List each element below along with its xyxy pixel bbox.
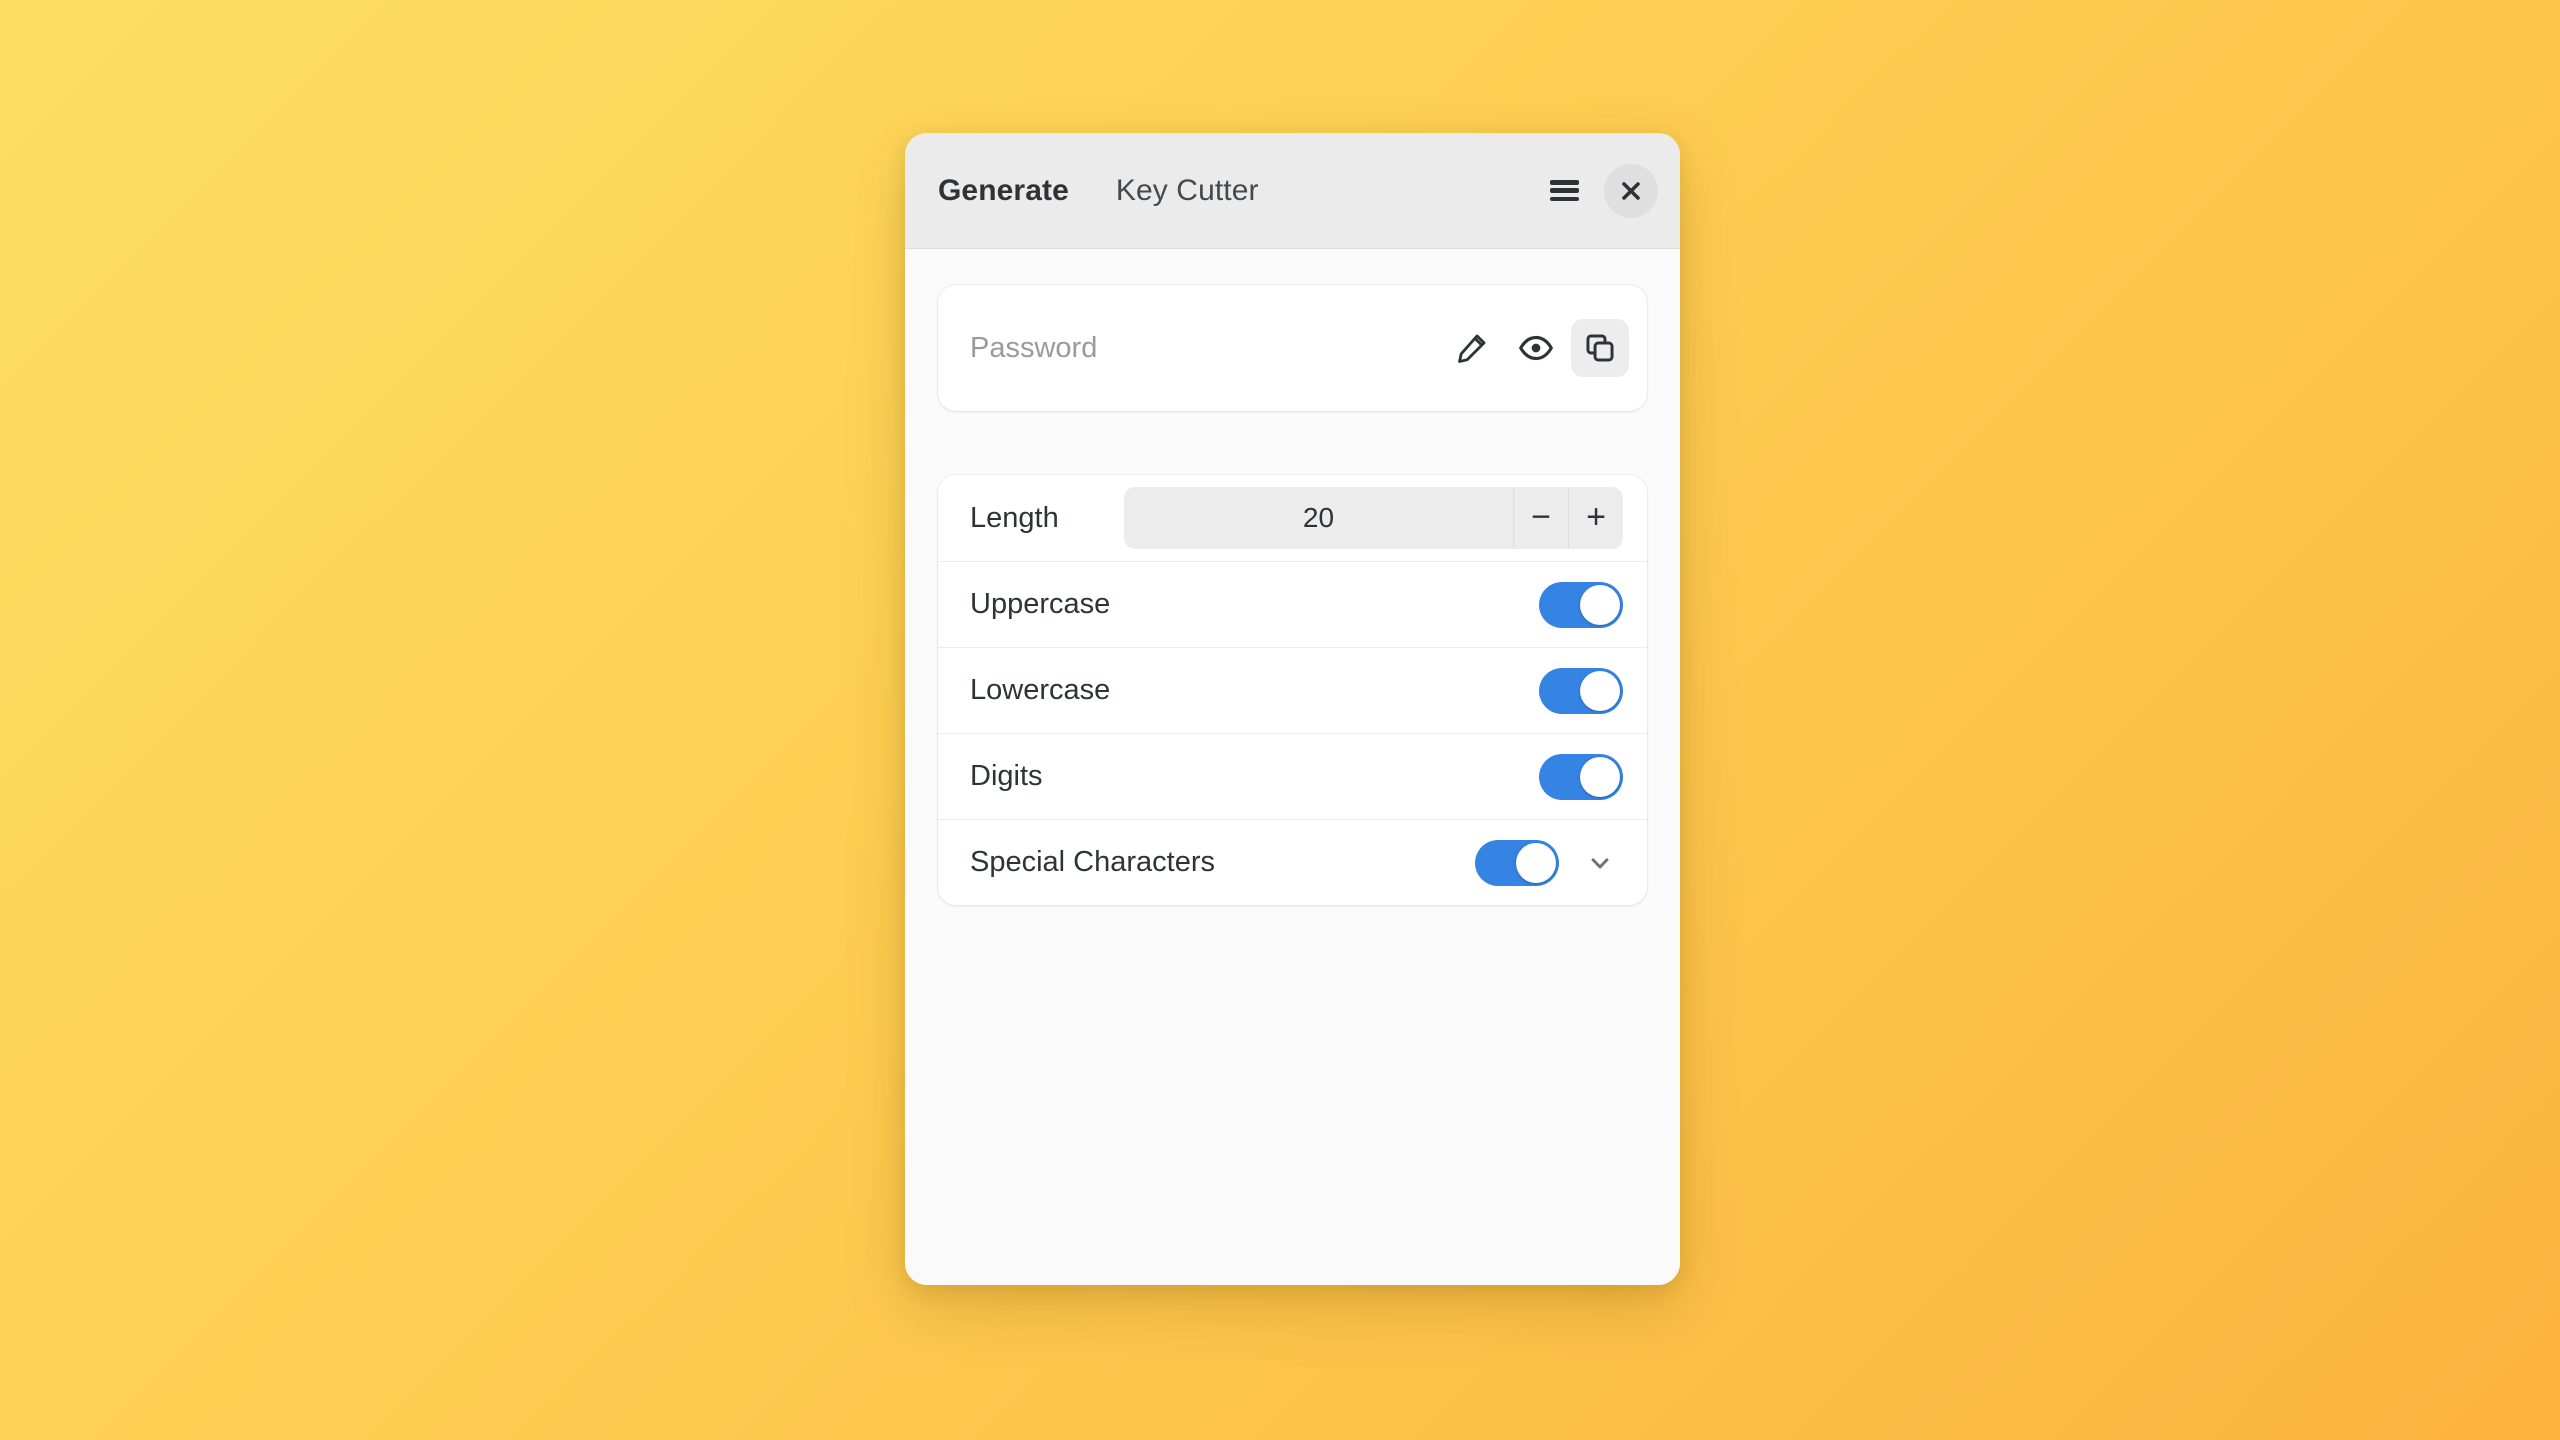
special-characters-row[interactable]: Special Characters [938,819,1647,905]
password-generator-window: Generate Key Cutter Password Length 20 −… [905,133,1680,1285]
main-menu-button[interactable] [1538,165,1590,217]
lowercase-label: Lowercase [970,674,1111,706]
chevron-down-icon [1591,857,1609,868]
length-row: Length − + [938,475,1647,561]
length-increment-button[interactable]: + [1568,487,1623,549]
length-value-input[interactable] [1124,487,1513,549]
lowercase-toggle[interactable] [1539,667,1623,714]
window-content: Length − + Uppercase Lowercase [905,249,1680,1285]
length-decrement-button[interactable]: − [1513,487,1568,549]
special-characters-label: Special Characters [970,846,1215,878]
digits-row: Digits [938,733,1647,819]
password-input[interactable] [970,285,1443,411]
toggle-knob [1516,842,1556,883]
lowercase-row: Lowercase [938,647,1647,733]
reveal-password-button[interactable] [1507,319,1565,377]
tab-key-cutter[interactable]: Key Cutter [1116,174,1259,208]
special-characters-expand-button[interactable] [1577,840,1623,886]
copy-password-button[interactable] [1571,319,1629,377]
tab-generate[interactable]: Generate [938,174,1069,208]
uppercase-toggle[interactable] [1539,581,1623,628]
pencil-icon [1458,334,1486,363]
copy-icon [1586,334,1614,362]
toggle-knob [1580,670,1620,711]
uppercase-row: Uppercase [938,561,1647,647]
length-stepper[interactable]: − + [1124,487,1623,549]
length-label: Length [970,501,1059,534]
digits-label: Digits [970,760,1043,792]
close-window-button[interactable] [1604,163,1658,218]
password-entry-card [938,285,1647,411]
headerbar: Generate Key Cutter [905,133,1680,249]
settings-list-card: Length − + Uppercase Lowercase [938,475,1647,905]
uppercase-label: Uppercase [970,588,1111,620]
hamburger-menu-icon [1549,180,1579,201]
edit-password-button[interactable] [1443,319,1501,377]
toggle-knob [1580,756,1620,797]
toggle-knob [1580,584,1620,625]
digits-toggle[interactable] [1539,753,1623,800]
eye-icon [1519,335,1553,361]
special-characters-toggle[interactable] [1475,839,1559,886]
close-icon [1622,181,1640,200]
